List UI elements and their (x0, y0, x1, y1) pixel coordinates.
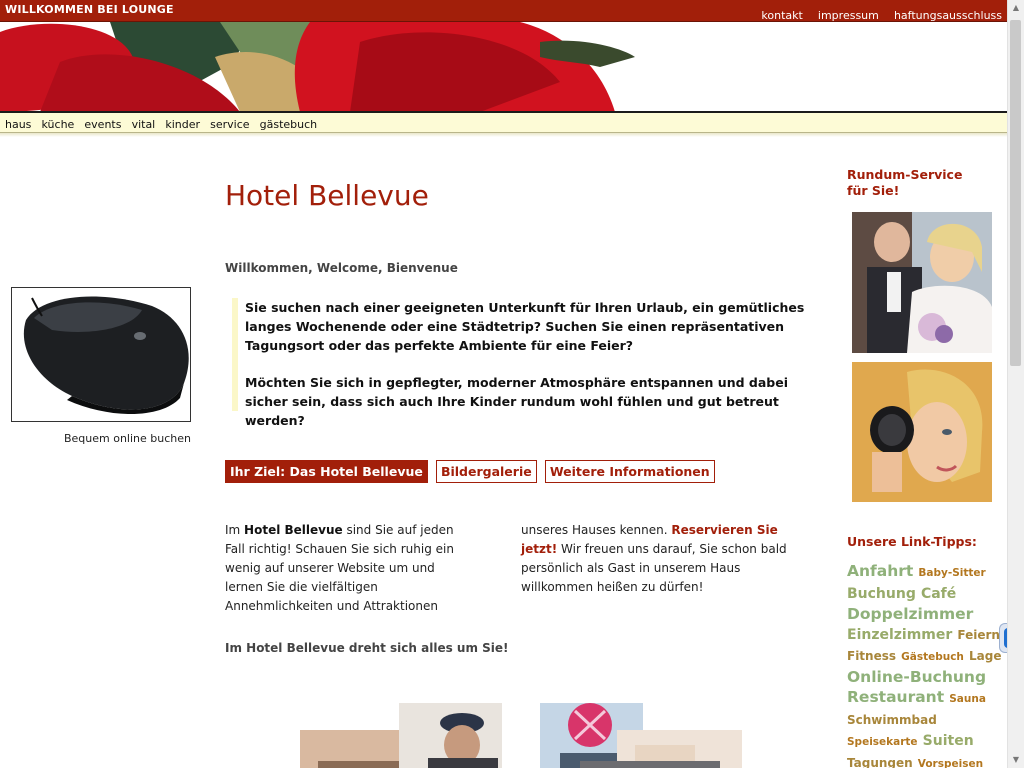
tag-link[interactable]: Lage (969, 649, 1001, 663)
collage-images (300, 703, 742, 768)
page-title: Hotel Bellevue (225, 179, 429, 212)
computer-mouse-image (12, 288, 190, 421)
scroll-up-icon[interactable]: ▲ (1008, 0, 1024, 16)
tag-link[interactable]: Fitness (847, 649, 896, 663)
nav-shadow (0, 133, 1008, 137)
tag-cloud: Anfahrt Baby-Sitter Buchung Café Doppelz… (847, 561, 1007, 768)
wellness-photo[interactable] (852, 362, 992, 502)
col2-prefix: unseres Hauses kennen. (521, 523, 672, 537)
nav-kinder[interactable]: kinder (165, 115, 200, 131)
tag-link[interactable]: Anfahrt (847, 562, 913, 580)
tag-link[interactable]: Doppelzimmer (847, 605, 973, 623)
tag-link[interactable]: Feiern (957, 628, 1000, 642)
tag-link[interactable]: Schwimmbad (847, 713, 937, 727)
online-booking-caption[interactable]: Bequem online buchen (11, 432, 191, 445)
content-column-left: Im Hotel Bellevue sind Sie auf jeden Fal… (225, 521, 475, 616)
tag-link[interactable]: Buchung (847, 586, 916, 602)
main-nav: haus küche events vital kinder service g… (0, 113, 1008, 133)
link-tips-heading: Unsere Link-Tipps: (847, 534, 977, 549)
content-tabs: Ihr Ziel: Das Hotel Bellevue Bildergaler… (225, 460, 718, 483)
site-title: WILLKOMMEN BEI LOUNGE (5, 3, 174, 16)
tag-link[interactable]: Speisekarte (847, 736, 918, 748)
tag-link[interactable]: Online-Buchung (847, 668, 986, 686)
tab-bildergalerie[interactable]: Bildergalerie (435, 460, 537, 483)
col1-prefix: Im (225, 523, 245, 537)
top-bar: WILLKOMMEN BEI LOUNGE kontakt impressum … (0, 0, 1008, 22)
tab-hotel-bellevue[interactable]: Ihr Ziel: Das Hotel Bellevue (225, 460, 428, 483)
greeting: Willkommen, Welcome, Bienvenue (225, 261, 458, 275)
tag-link[interactable]: Restaurant (847, 688, 944, 706)
nav-events[interactable]: events (84, 115, 121, 131)
nav-kueche[interactable]: küche (42, 115, 75, 131)
tag-link[interactable]: Suiten (923, 733, 974, 749)
tag-link[interactable]: Café (921, 586, 956, 602)
header-banner (0, 22, 1008, 112)
service-heading: Rundum-Service für Sie! (847, 167, 963, 198)
col2-text: Wir freuen uns darauf, Sie schon bald pe… (521, 542, 787, 594)
scroll-down-icon[interactable]: ▼ (1008, 752, 1024, 768)
rose-banner-image (0, 22, 640, 112)
tag-link[interactable]: Tagungen (847, 756, 913, 768)
tag-link[interactable]: Baby-Sitter (918, 567, 985, 579)
wedding-photo[interactable] (852, 212, 992, 353)
link-impressum[interactable]: impressum (818, 9, 879, 22)
woman-mirror-image (852, 362, 992, 502)
intro-paragraph-2: Möchten Sie sich in gepflegter, moderner… (245, 375, 788, 428)
hotel-name-bold: Hotel Bellevue (244, 523, 343, 537)
photo-collage (0, 703, 760, 768)
nav-gaestebuch[interactable]: gästebuch (260, 115, 318, 131)
link-haftungsausschluss[interactable]: haftungsausschluss (894, 9, 1002, 22)
tag-link[interactable]: Einzelzimmer (847, 627, 952, 643)
link-kontakt[interactable]: kontakt (761, 9, 802, 22)
online-booking-image[interactable] (11, 287, 191, 422)
page: WILLKOMMEN BEI LOUNGE kontakt impressum … (0, 0, 1008, 768)
nav-service[interactable]: service (210, 115, 249, 131)
vertical-scrollbar[interactable]: ▲ ▼ (1007, 0, 1024, 768)
section-subhead: Im Hotel Bellevue dreht sich alles um Si… (225, 641, 509, 655)
top-links: kontakt impressum haftungsausschluss (751, 4, 1002, 23)
nav-vital[interactable]: vital (132, 115, 156, 131)
wedding-image (852, 212, 992, 353)
content-column-right: unseres Hauses kennen. Reservieren Sie j… (521, 521, 811, 597)
tag-link[interactable]: Vorspeisen (918, 758, 983, 768)
intro-quote: Sie suchen nach einer geeigneten Unterku… (232, 298, 820, 428)
tag-link[interactable]: Gästebuch (901, 651, 964, 663)
nav-haus[interactable]: haus (5, 115, 31, 131)
tag-link[interactable]: Sauna (949, 693, 986, 705)
intro-paragraph-1: Sie suchen nach einer geeigneten Unterku… (245, 300, 805, 353)
scroll-thumb[interactable] (1010, 20, 1021, 366)
tab-weitere-informationen[interactable]: Weitere Informationen (544, 460, 715, 483)
